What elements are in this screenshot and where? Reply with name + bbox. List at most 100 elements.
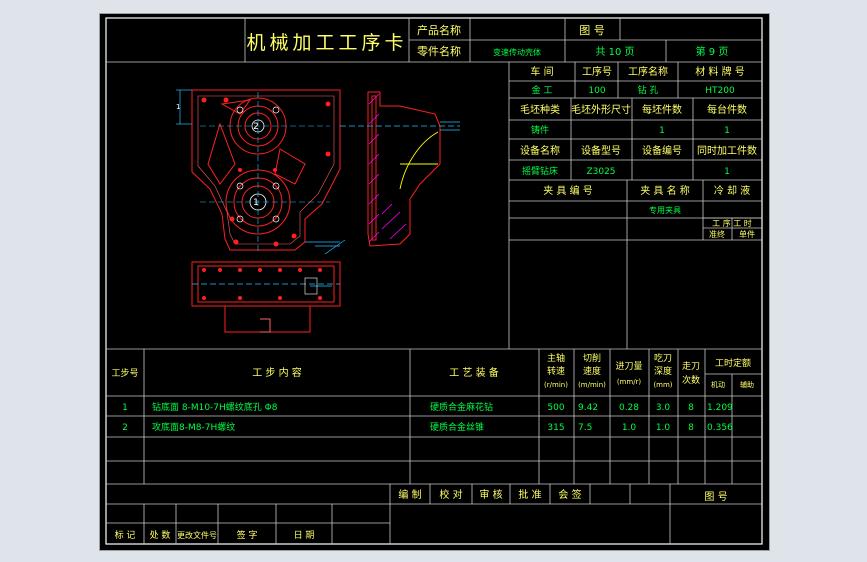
step-feed: 1.0 [622, 423, 637, 433]
coolant-label: 冷 却 液 [714, 184, 750, 197]
speed-line3: (m/min) [578, 381, 606, 389]
compile-label: 编 制 [398, 488, 421, 501]
section-yellow [399, 131, 439, 190]
product-name-label: 产品名称 [417, 23, 461, 37]
review-label: 审 核 [479, 488, 502, 501]
simul-label: 同时加工件数 [697, 144, 757, 157]
part-name-label: 零件名称 [417, 44, 461, 58]
step-row: 2 攻底面8-M8-7H螺纹 硬质合金丝锥 315 7.5 1.0 1.0 8 … [122, 421, 733, 433]
signoff-labels: 编 制 校 对 审 核 批 准 会 签 图 号 标 记 处 数 更改文件号 签 … [115, 488, 728, 541]
blank-size-label: 毛坯外形尺寸 [571, 103, 631, 116]
process-no-label: 工序号 [582, 65, 612, 78]
qty-label: 处 数 [150, 529, 171, 541]
process-name-value: 钻 孔 [638, 84, 659, 96]
blanks-per-value: 1 [659, 126, 665, 136]
label-2: 2 [253, 122, 259, 132]
steps-header-no: 工步号 [111, 368, 138, 379]
blanks-per-label: 每坯件数 [642, 103, 682, 116]
prep-label: 准终 [709, 229, 725, 239]
steps-header: 工步号 工 步 内 容 工 艺 装 备 主轴 转速 (r/min) 切削 速度 … [111, 352, 754, 389]
main-leader [305, 241, 340, 247]
hours-machine: 机动 [711, 380, 725, 389]
process-card-sheet: 机械加工工序卡 产品名称 图 号 零件名称 变速传动壳体 共 10 页 第 9 … [99, 13, 770, 551]
fixture-name-label: 夹 具 名 称 [640, 184, 690, 197]
simul-value: 1 [724, 167, 730, 177]
proof-label: 校 对 [439, 488, 462, 501]
depth-line1: 吃刀 [654, 352, 672, 364]
workshop-label: 车 间 [530, 65, 553, 78]
main-view-details [200, 92, 330, 254]
countersign-label: 会 签 [558, 488, 581, 501]
blank-type-label: 毛坯种类 [520, 103, 560, 116]
mark-label: 标 记 [115, 529, 136, 541]
equip-name-label: 设备名称 [520, 144, 560, 157]
pieces-per-label: 每台件数 [707, 103, 747, 116]
label-1: 1 [253, 198, 259, 208]
step-time: 1.209 [707, 403, 733, 413]
bottom-view [191, 261, 341, 333]
step-row: 1 钻底面 8-M10-7H螺纹底孔 Φ8 硬质合金麻花钻 500 9.42 0… [122, 401, 733, 413]
hours-aux: 辅助 [740, 380, 754, 389]
section-view [367, 91, 441, 247]
material-label: 材 料 牌 号 [695, 65, 745, 78]
card-title: 机械加工工序卡 [246, 32, 407, 54]
depth-line2: 深度 [654, 365, 672, 377]
step-no: 1 [122, 403, 128, 413]
equip-no-label: 设备编号 [642, 144, 682, 157]
page-no: 第 9 页 [696, 45, 729, 58]
depth-line3: (mm) [653, 381, 672, 389]
drawing-no-label: 图 号 [579, 24, 605, 37]
hours-header: 工时定额 [715, 357, 751, 369]
section-centerline [340, 121, 460, 131]
equip-model-label: 设备型号 [581, 144, 621, 157]
signature-label: 签 字 [237, 529, 258, 541]
approve-label: 批 准 [518, 488, 541, 501]
part-drawing: 2 1 1 [176, 89, 460, 333]
process-name-label: 工序名称 [628, 65, 668, 78]
feed-line1: 进刀量 [615, 361, 642, 372]
step-equipment: 硬质合金麻花钻 [430, 401, 493, 413]
section-hatch [368, 93, 407, 243]
step-spindle: 500 [547, 403, 564, 413]
spindle-line3: (r/min) [544, 381, 568, 389]
steps-header-equipment: 工 艺 装 备 [449, 366, 499, 379]
feed-line2: (mm/r) [617, 378, 642, 386]
step-no: 2 [122, 423, 128, 433]
step-speed: 7.5 [578, 423, 592, 433]
step-feed: 0.28 [619, 403, 639, 413]
speed-line1: 切削 [583, 352, 601, 364]
step-content: 攻底面8-M8-7H螺纹 [152, 421, 235, 433]
step-depth: 1.0 [656, 423, 671, 433]
figure-no-label: 图 号 [704, 491, 727, 503]
main-view [191, 89, 341, 251]
info-labels: 车 间 工序号 工序名称 材 料 牌 号 金 工 100 钻 孔 HT200 毛… [520, 65, 757, 239]
passes-line1: 走刀 [682, 361, 700, 372]
step-content: 钻底面 8-M10-7H螺纹底孔 Φ8 [152, 401, 278, 413]
process-card: 机械加工工序卡 产品名称 图 号 零件名称 变速传动壳体 共 10 页 第 9 … [105, 17, 763, 545]
step-time: 0.356 [707, 423, 733, 433]
bottom-dims [192, 239, 346, 287]
change-doc-label: 更改文件号 [177, 530, 217, 540]
step-speed: 9.42 [578, 403, 598, 413]
speed-line2: 速度 [583, 365, 601, 377]
equip-model-value: Z3025 [586, 167, 615, 177]
equip-name-value: 摇臂钻床 [522, 165, 558, 177]
hours-label: 工 序 工 时 [712, 218, 752, 228]
passes-line2: 次数 [682, 374, 700, 386]
workshop-value: 金 工 [532, 84, 553, 96]
date-label: 日 期 [294, 530, 315, 541]
blank-type-value: 铸件 [531, 124, 549, 136]
process-no-value: 100 [588, 86, 605, 96]
spindle-line1: 主轴 [547, 352, 565, 364]
spindle-line2: 转速 [547, 365, 565, 377]
step-spindle: 315 [547, 423, 564, 433]
fixture-no-label: 夹 具 编 号 [543, 184, 593, 197]
pieces-per-value: 1 [724, 126, 730, 136]
steps-header-content: 工 步 内 容 [252, 366, 302, 379]
dim-label: 1 [176, 103, 180, 111]
total-pages: 共 10 页 [595, 46, 634, 58]
step-equipment: 硬质合金丝锥 [430, 421, 484, 433]
material-value: HT200 [705, 86, 735, 96]
single-label: 单件 [739, 229, 755, 239]
step-depth: 3.0 [656, 403, 671, 413]
